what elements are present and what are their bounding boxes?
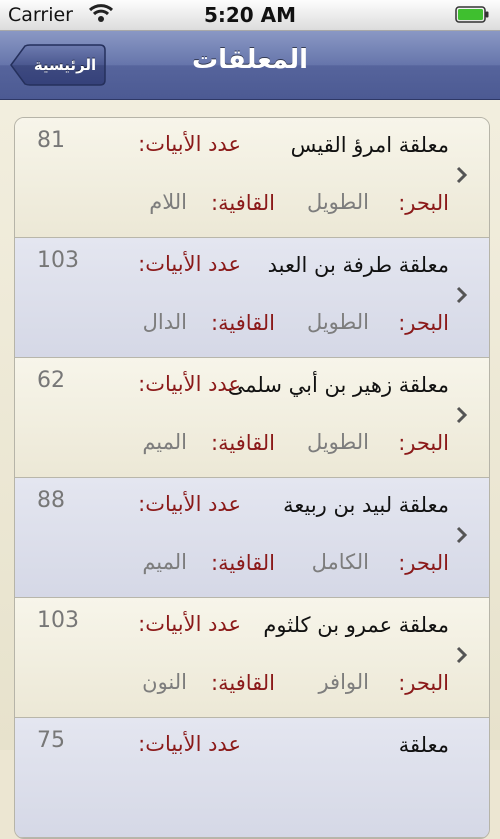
poem-list: معلقة امرؤ القيس عدد الأبيات: 81 البحر: … — [14, 117, 490, 839]
list-item[interactable]: معلقة زهير بن أبي سلمى عدد الأبيات: 62 ا… — [15, 358, 489, 478]
rhyme-label: القافية: — [211, 191, 275, 215]
meter-label: البحر: — [398, 431, 449, 455]
navigation-bar: الرئيسية المعلقات — [0, 31, 500, 100]
rhyme-value: الميم — [142, 430, 187, 454]
meter-label: البحر: — [398, 551, 449, 575]
meter-value: الكامل — [311, 550, 369, 574]
rhyme-value: اللام — [149, 190, 187, 214]
rhyme-value: الدال — [142, 310, 187, 334]
chevron-right-icon — [456, 526, 468, 544]
status-bar: Carrier 5:20 AM — [0, 0, 500, 31]
list-item[interactable]: معلقة امرؤ القيس عدد الأبيات: 81 البحر: … — [15, 118, 489, 238]
meter-label: البحر: — [398, 671, 449, 695]
meter-label: البحر: — [398, 191, 449, 215]
verse-count-value: 75 — [37, 728, 65, 753]
poem-title: معلقة لبيد بن ربيعة — [283, 493, 449, 517]
meter-value: الوافر — [318, 670, 369, 694]
poem-title: معلقة امرؤ القيس — [290, 133, 449, 157]
poem-title: معلقة طرفة بن العبد — [267, 253, 449, 277]
poem-title: معلقة عمرو بن كلثوم — [263, 613, 449, 637]
list-item[interactable]: معلقة عدد الأبيات: 75 — [15, 718, 489, 838]
verse-count-label: عدد الأبيات: — [138, 732, 241, 756]
meter-value: الطويل — [306, 430, 369, 454]
rhyme-label: القافية: — [211, 551, 275, 575]
status-time: 5:20 AM — [203, 3, 297, 27]
list-item[interactable]: معلقة طرفة بن العبد عدد الأبيات: 103 الب… — [15, 238, 489, 358]
verse-count-value: 62 — [37, 368, 65, 393]
chevron-right-icon — [456, 646, 468, 664]
chevron-right-icon — [456, 286, 468, 304]
verse-count-value: 88 — [37, 488, 65, 513]
rhyme-label: القافية: — [211, 671, 275, 695]
verse-count-value: 103 — [37, 248, 79, 273]
meter-value: الطويل — [306, 310, 369, 334]
verse-count-value: 81 — [37, 128, 65, 153]
poem-title: معلقة زهير بن أبي سلمى — [227, 373, 449, 397]
battery-icon — [455, 6, 489, 23]
verse-count-label: عدد الأبيات: — [138, 372, 241, 396]
verse-count-label: عدد الأبيات: — [138, 612, 241, 636]
verse-count-label: عدد الأبيات: — [138, 252, 241, 276]
verse-count-value: 103 — [37, 608, 79, 633]
page-title: المعلقات — [192, 45, 308, 75]
meter-value: الطويل — [306, 190, 369, 214]
chevron-right-icon — [456, 406, 468, 424]
rhyme-value: النون — [142, 670, 187, 694]
content-area: معلقة امرؤ القيس عدد الأبيات: 81 البحر: … — [0, 100, 500, 839]
verse-count-label: عدد الأبيات: — [138, 492, 241, 516]
rhyme-label: القافية: — [211, 431, 275, 455]
poem-title: معلقة — [398, 733, 449, 757]
list-item[interactable]: معلقة عمرو بن كلثوم عدد الأبيات: 103 الب… — [15, 598, 489, 718]
verse-count-label: عدد الأبيات: — [138, 132, 241, 156]
list-item[interactable]: معلقة لبيد بن ربيعة عدد الأبيات: 88 البح… — [15, 478, 489, 598]
chevron-right-icon — [456, 166, 468, 184]
rhyme-value: الميم — [142, 550, 187, 574]
rhyme-label: القافية: — [211, 311, 275, 335]
meter-label: البحر: — [398, 311, 449, 335]
